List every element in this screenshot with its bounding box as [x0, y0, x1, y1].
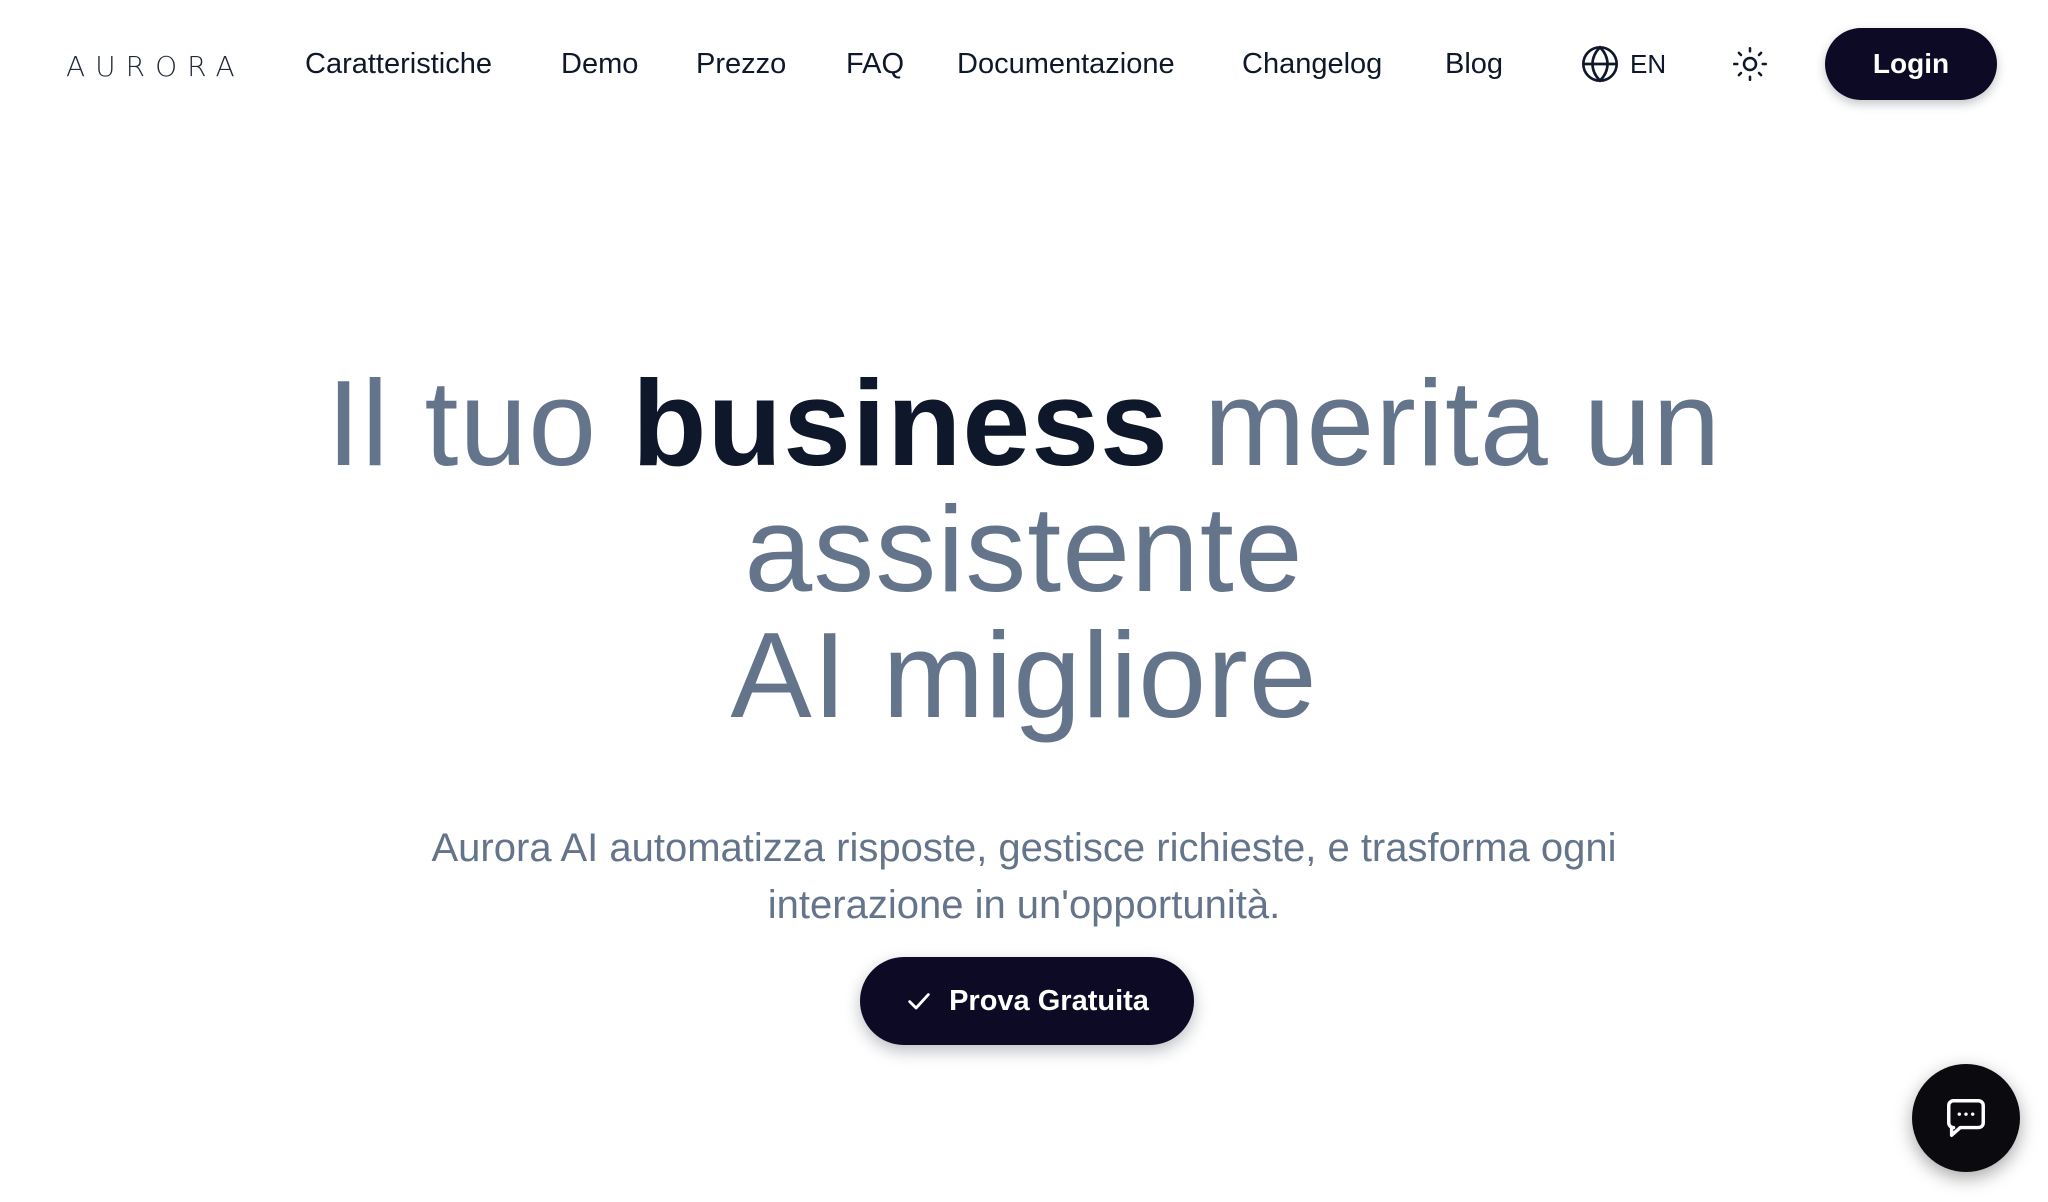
- hero-title: Il tuo business merita un assistente AI …: [0, 360, 2048, 738]
- sun-icon: [1732, 46, 1768, 82]
- hero-title-highlight: business: [632, 355, 1169, 491]
- brand-logo[interactable]: AURORA: [66, 36, 256, 84]
- chat-icon: [1947, 1099, 1985, 1137]
- hero-title-line3: AI migliore: [730, 607, 1318, 743]
- language-label: EN: [1630, 48, 1667, 79]
- nav-link-caratteristiche[interactable]: Caratteristiche: [305, 42, 492, 86]
- aurora-bars-icon: [205, 38, 239, 63]
- hero-title-part2: merita un: [1168, 355, 1722, 491]
- site-header: AURORA Caratteristiche Demo Prezzo FAQ D…: [0, 0, 2048, 128]
- hero-subtitle-line1: Aurora AI automatizza risposte, gestisce…: [431, 826, 1617, 870]
- nav-link-demo[interactable]: Demo: [561, 42, 638, 86]
- language-switcher[interactable]: EN: [1580, 42, 1666, 86]
- nav-link-blog[interactable]: Blog: [1445, 42, 1503, 86]
- free-trial-button[interactable]: Prova Gratuita: [860, 957, 1194, 1045]
- hero-subtitle: Aurora AI automatizza risposte, gestisce…: [0, 820, 2048, 934]
- globe-icon: [1582, 45, 1618, 83]
- hero-title-part1: Il tuo: [326, 355, 633, 491]
- free-trial-label: Prova Gratuita: [949, 984, 1149, 1017]
- nav-link-documentazione[interactable]: Documentazione: [957, 42, 1175, 86]
- nav-link-prezzo[interactable]: Prezzo: [696, 42, 786, 86]
- hero-section: Il tuo business merita un assistente AI …: [0, 360, 2048, 927]
- nav-link-faq[interactable]: FAQ: [846, 42, 904, 86]
- login-button[interactable]: Login: [1825, 28, 1997, 100]
- hero-title-line2: assistente: [744, 481, 1304, 617]
- nav-link-changelog[interactable]: Changelog: [1242, 42, 1382, 86]
- hero-subtitle-line2: interazione in un'opportunità.: [767, 883, 1281, 927]
- check-icon: [908, 993, 930, 1010]
- chat-widget-button[interactable]: [1912, 1064, 2020, 1172]
- theme-toggle-button[interactable]: [1728, 42, 1772, 86]
